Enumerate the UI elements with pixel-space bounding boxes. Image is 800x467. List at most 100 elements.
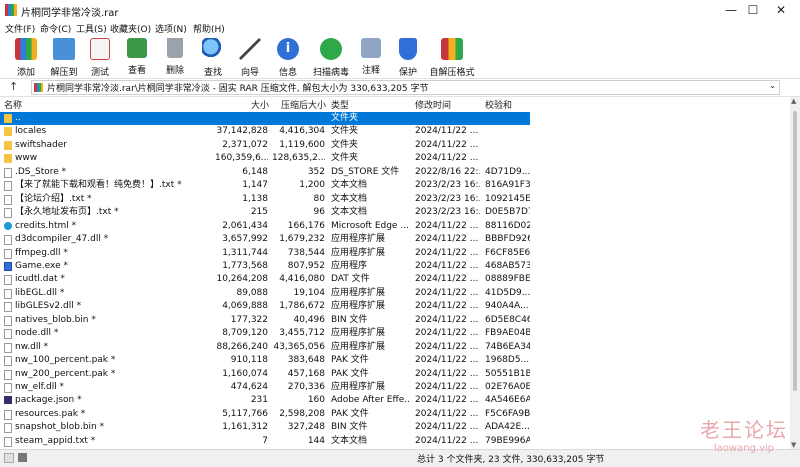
file-row[interactable]: resources.pak * 5,117,766 2,598,208 PAK 文件 2… bbox=[0, 408, 790, 421]
file-packed: 96 bbox=[313, 207, 325, 218]
file-crc: ADA42E... bbox=[485, 422, 530, 433]
file-crc: 4A546E6A bbox=[485, 395, 530, 406]
file-type: 文本文档 bbox=[331, 180, 368, 191]
extract-folder-icon bbox=[53, 38, 75, 60]
file-crc: BBBFD926 bbox=[485, 234, 530, 245]
file-name: snapshot_blob.bin * bbox=[15, 422, 105, 433]
file-icon bbox=[4, 208, 12, 219]
file-row[interactable]: natives_blob.bin * 177,322 40,496 BIN 文件 202… bbox=[0, 314, 790, 327]
file-size: 177,322 bbox=[230, 314, 268, 325]
file-crc: 940A4A... bbox=[485, 301, 529, 312]
column-modified[interactable]: 修改时间 bbox=[415, 98, 451, 111]
file-row[interactable]: .DS_Store * 6,148 352 DS_STORE 文件 2022/8/16 … bbox=[0, 166, 790, 179]
file-icon bbox=[4, 302, 12, 313]
file-type: 文件夹 bbox=[331, 126, 359, 137]
file-row[interactable]: d3dcompiler_47.dll * 3,657,992 1,679,232 应用… bbox=[0, 233, 790, 246]
file-packed: 80 bbox=[313, 193, 325, 204]
menu-favorites[interactable]: 收藏夹(O) bbox=[110, 22, 151, 35]
file-type: DS_STORE 文件 bbox=[331, 166, 400, 177]
menu-help[interactable]: 帮助(H) bbox=[193, 22, 225, 35]
file-row[interactable]: 【论坛介绍】.txt * 1,138 80 文本文档 2023/2/23 16:... 1… bbox=[0, 193, 790, 206]
scrollbar-thumb[interactable] bbox=[793, 111, 797, 391]
file-row[interactable]: libEGL.dll * 89,088 19,104 应用程序扩展 2024/11/22… bbox=[0, 287, 790, 300]
file-name: package.json * bbox=[15, 395, 82, 406]
file-row[interactable]: nw_100_percent.pak * 910,118 383,648 PAK 文件… bbox=[0, 354, 790, 367]
path-text: 片桐同学非常冷淡.rar\片桐同学非常冷淡 - 固实 RAR 压缩文件, 解包大… bbox=[47, 84, 429, 94]
file-type: 文件夹 bbox=[331, 139, 359, 150]
file-row[interactable]: ffmpeg.dll * 1,311,744 738,544 应用程序扩展 2024/1… bbox=[0, 247, 790, 260]
file-packed: 4,416,080 bbox=[279, 274, 325, 285]
file-row[interactable]: nw_200_percent.pak * 1,160,074 457,168 PAK … bbox=[0, 368, 790, 381]
file-row[interactable]: snapshot_blob.bin * 1,161,312 327,248 BIN 文… bbox=[0, 421, 790, 434]
file-crc: 1092145E bbox=[485, 193, 530, 204]
file-row[interactable]: package.json * 231 160 Adobe After Effe... 2… bbox=[0, 394, 790, 407]
file-packed: 1,786,672 bbox=[279, 301, 325, 312]
sfx-button[interactable]: 自解压格式 bbox=[429, 38, 475, 78]
file-row[interactable]: steam_appid.txt * 7 144 文本文档 2024/11/22 ... 7… bbox=[0, 435, 790, 448]
file-size: 4,069,888 bbox=[222, 301, 268, 312]
file-packed: 4,416,304 bbox=[279, 126, 325, 137]
file-packed: 160 bbox=[307, 395, 325, 406]
file-modified: 2024/11/22 ... bbox=[415, 220, 479, 231]
file-type: BIN 文件 bbox=[331, 422, 368, 433]
edge-icon bbox=[4, 221, 12, 230]
file-row[interactable]: credits.html * 2,061,434 166,176 Microsoft … bbox=[0, 220, 790, 233]
file-row[interactable]: 【永久地址发布页】.txt * 215 96 文本文档 2023/2/23 16:...… bbox=[0, 206, 790, 219]
file-type: 应用程序扩展 bbox=[331, 382, 386, 392]
column-type[interactable]: 类型 bbox=[331, 98, 349, 111]
file-row[interactable]: nw.dll * 88,266,240 43,365,056 应用程序扩展 2024/1… bbox=[0, 341, 790, 354]
file-row[interactable]: nw_elf.dll * 474,624 270,336 应用程序扩展 2024/11/… bbox=[0, 381, 790, 394]
watermark: 老王论坛 laowang.vip bbox=[700, 414, 788, 454]
file-crc: 50551B1B bbox=[485, 368, 530, 379]
file-row[interactable]: icudtl.dat * 10,264,208 4,416,080 DAT 文件 202… bbox=[0, 273, 790, 286]
address-bar: ↑ 片桐同学非常冷淡.rar\片桐同学非常冷淡 - 固实 RAR 压缩文件, 解… bbox=[0, 79, 800, 97]
column-crc[interactable]: 校验和 bbox=[485, 98, 512, 111]
vertical-scrollbar[interactable]: ▲ ▼ bbox=[790, 97, 800, 449]
file-name: resources.pak * bbox=[15, 408, 86, 419]
file-packed: 383,648 bbox=[287, 355, 325, 366]
file-name: nw.dll * bbox=[15, 341, 49, 352]
file-type: 应用程序 bbox=[331, 260, 368, 271]
column-packed[interactable]: 压缩后大小 bbox=[281, 98, 326, 111]
up-arrow-icon[interactable]: ↑ bbox=[9, 80, 18, 93]
menu-tools[interactable]: 工具(S) bbox=[76, 22, 107, 35]
file-icon bbox=[4, 436, 12, 447]
file-row[interactable]: www 160,359,6... 128,635,2... 文件夹 2024/11/22… bbox=[0, 152, 790, 165]
file-size: 37,142,828 bbox=[216, 126, 268, 137]
column-name[interactable]: 名称 bbox=[4, 98, 22, 111]
chevron-down-icon[interactable]: ⌄ bbox=[769, 81, 776, 90]
file-modified: 2024/11/22 ... bbox=[415, 314, 479, 325]
file-name: icudtl.dat * bbox=[15, 274, 65, 285]
file-modified: 2024/11/22 ... bbox=[415, 139, 479, 150]
scroll-down-icon[interactable]: ▼ bbox=[791, 441, 796, 449]
file-row[interactable]: swiftshader 2,371,072 1,119,600 文件夹 2024/11/… bbox=[0, 139, 790, 152]
watermark-url: laowang.vip bbox=[713, 443, 775, 454]
file-icon bbox=[4, 383, 12, 393]
file-type: Adobe After Effe... bbox=[331, 395, 411, 406]
menu-file[interactable]: 文件(F) bbox=[5, 22, 35, 35]
file-modified: 2024/11/22 ... bbox=[415, 301, 479, 312]
menu-commands[interactable]: 命令(C) bbox=[40, 22, 71, 35]
file-row[interactable]: Game.exe * 1,773,568 807,952 应用程序 2024/11/22… bbox=[0, 260, 790, 273]
file-row[interactable]: node.dll * 8,709,120 3,455,712 应用程序扩展 2024/1… bbox=[0, 327, 790, 340]
column-size[interactable]: 大小 bbox=[251, 98, 269, 111]
file-type: Microsoft Edge ... bbox=[331, 220, 409, 231]
file-row[interactable]: locales 37,142,828 4,416,304 文件夹 2024/11/22 … bbox=[0, 125, 790, 138]
file-row[interactable]: 【来了就能下载和观看！纯免费！】.txt * 1,147 1,200 文本文档 2023… bbox=[0, 179, 790, 192]
close-button[interactable]: ✕ bbox=[758, 0, 800, 21]
drive-icon[interactable] bbox=[4, 453, 14, 463]
file-modified: 2024/11/22 ... bbox=[415, 287, 479, 298]
file-modified: 2024/11/22 ... bbox=[415, 153, 479, 164]
file-modified: 2024/11/22 ... bbox=[415, 368, 479, 379]
file-crc: 88116D02 bbox=[485, 220, 530, 231]
scroll-up-icon[interactable]: ▲ bbox=[791, 97, 796, 105]
file-type: 应用程序扩展 bbox=[331, 247, 386, 258]
menu-options[interactable]: 选项(N) bbox=[155, 22, 187, 35]
file-icon bbox=[4, 194, 12, 205]
key-icon[interactable] bbox=[18, 453, 27, 462]
path-field[interactable]: 片桐同学非常冷淡.rar\片桐同学非常冷淡 - 固实 RAR 压缩文件, 解包大… bbox=[31, 80, 780, 95]
file-name: nw_elf.dll * bbox=[15, 382, 65, 392]
file-row[interactable]: libGLESv2.dll * 4,069,888 1,786,672 应用程序扩展 2… bbox=[0, 300, 790, 313]
wand-icon bbox=[239, 38, 261, 60]
file-row[interactable]: .. 文件夹 bbox=[0, 112, 530, 126]
